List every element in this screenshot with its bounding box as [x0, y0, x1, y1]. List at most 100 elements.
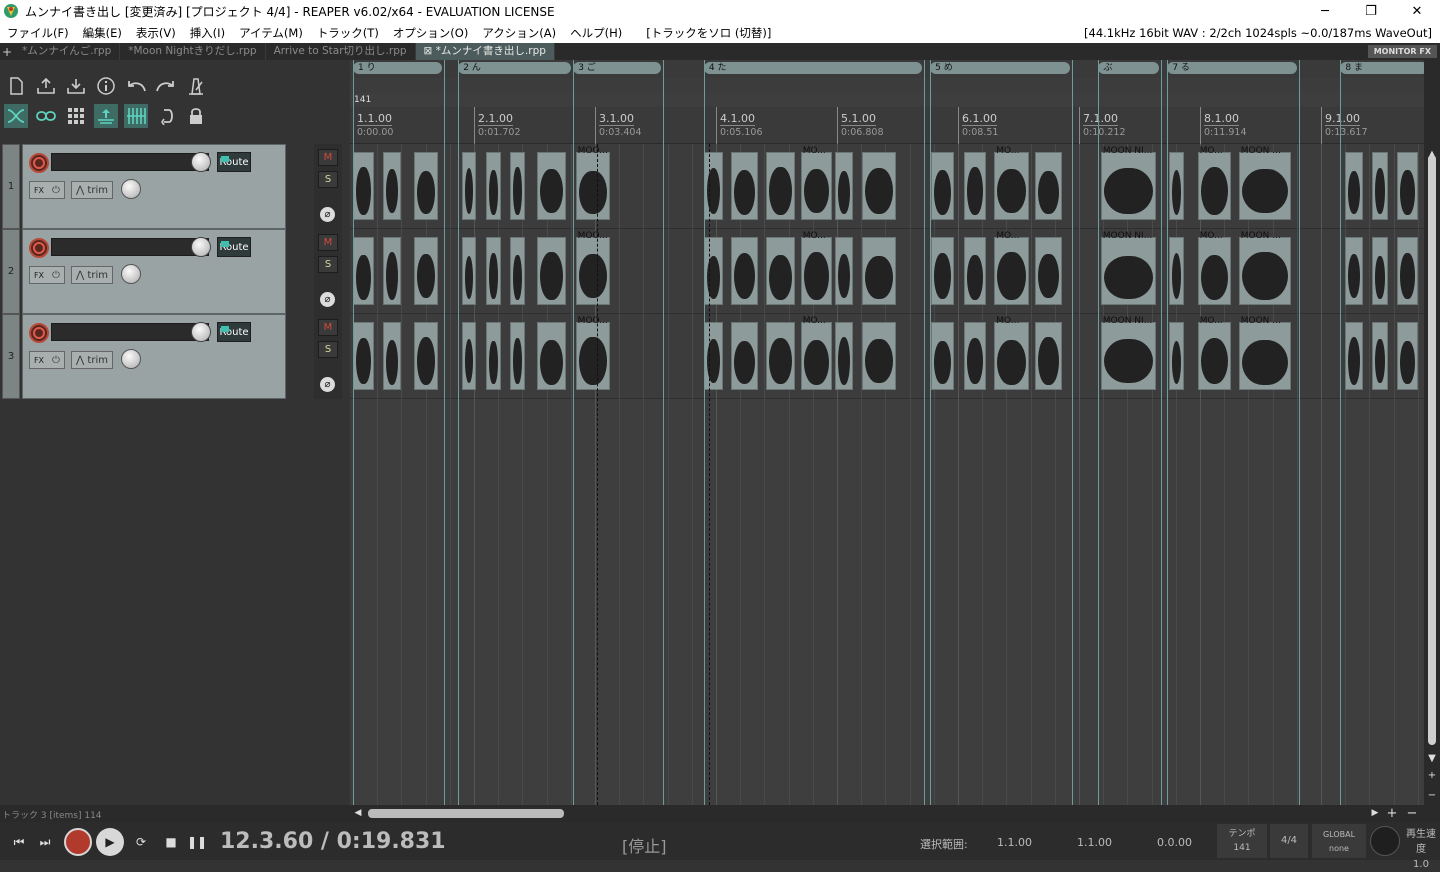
media-item[interactable]: [413, 237, 438, 305]
media-item[interactable]: [964, 152, 986, 220]
ruler-bar-mark[interactable]: 3.1.00 0:03.404: [595, 107, 642, 144]
menu-actions[interactable]: アクション(A): [475, 25, 563, 41]
media-item[interactable]: [1035, 237, 1063, 305]
media-item[interactable]: [994, 152, 1030, 220]
project-settings-icon[interactable]: [94, 74, 118, 98]
time-signature[interactable]: 4/4: [1270, 824, 1308, 858]
record-arm-button[interactable]: [29, 238, 49, 258]
region-marker[interactable]: ぶ: [1098, 62, 1160, 74]
media-item[interactable]: [486, 152, 501, 220]
region-marker[interactable]: 7 る: [1167, 62, 1298, 74]
media-item[interactable]: [353, 152, 374, 220]
media-item[interactable]: [1035, 152, 1063, 220]
metronome-icon[interactable]: [184, 74, 208, 98]
media-item[interactable]: [800, 237, 833, 305]
media-item[interactable]: [1397, 322, 1418, 390]
media-item[interactable]: [1168, 322, 1185, 390]
phase-invert-icon[interactable]: ⌀: [320, 377, 335, 392]
snap-grid-icon[interactable]: [124, 104, 148, 128]
ruler-bar-mark[interactable]: 4.1.00 0:05.106: [716, 107, 763, 144]
track-name-field[interactable]: [51, 238, 209, 256]
volume-knob[interactable]: [191, 152, 211, 172]
grid-icon[interactable]: [64, 104, 88, 128]
media-item[interactable]: [931, 237, 955, 305]
new-tab-button[interactable]: +: [0, 45, 14, 59]
route-button[interactable]: Route: [217, 322, 251, 342]
media-item[interactable]: [703, 152, 724, 220]
zoom-in-horizontal-icon[interactable]: +: [1386, 806, 1398, 821]
fx-bypass-icon[interactable]: ⏻: [48, 185, 64, 196]
media-item[interactable]: [1197, 322, 1232, 390]
mute-button[interactable]: M: [318, 234, 338, 251]
zoom-out-horizontal-icon[interactable]: −: [1406, 806, 1418, 821]
repeat-icon[interactable]: ⟳: [130, 831, 152, 853]
ruler-bar-mark[interactable]: 8.1.00 0:11.914: [1200, 107, 1247, 144]
media-item[interactable]: [1035, 322, 1063, 390]
media-item[interactable]: [383, 237, 402, 305]
media-item[interactable]: [703, 322, 724, 390]
media-item[interactable]: [461, 152, 477, 220]
menu-options[interactable]: オプション(O): [386, 25, 476, 41]
media-item[interactable]: [765, 237, 795, 305]
menu-help[interactable]: ヘルプ(H): [563, 25, 629, 41]
loop-toggle-icon[interactable]: [154, 104, 178, 128]
media-item[interactable]: [834, 322, 853, 390]
media-item[interactable]: [461, 322, 477, 390]
auto-crossfade-icon[interactable]: [4, 104, 28, 128]
track-panel[interactable]: Route FX ⏻ ⋀ trim: [22, 229, 286, 314]
media-item[interactable]: [510, 237, 525, 305]
project-tab[interactable]: Arrive to Star切り出し.rpp: [266, 43, 416, 60]
ruler-bar-mark[interactable]: 6.1.00 0:08.51: [958, 107, 998, 144]
selection-end[interactable]: 1.1.00: [1077, 836, 1112, 849]
media-item[interactable]: [1168, 237, 1185, 305]
ruler-bar-mark[interactable]: 2.1.00 0:01.702: [474, 107, 521, 144]
track-panel[interactable]: Route FX ⏻ ⋀ trim: [22, 144, 286, 229]
media-item[interactable]: [486, 322, 501, 390]
arrange-view[interactable]: 1 り 2 ん3 ご 4 た 5 め ぶ 7 る 8 ま 141 1.1.00 0:00.00…: [350, 60, 1424, 805]
track-name-field[interactable]: [51, 323, 209, 341]
project-tab[interactable]: *ムンナイんご.rpp: [14, 43, 121, 60]
media-item[interactable]: [730, 322, 759, 390]
region-marker[interactable]: 5 め: [930, 62, 1070, 74]
solo-button[interactable]: S: [318, 341, 338, 358]
menu-edit[interactable]: 編集(E): [76, 25, 129, 41]
fx-button[interactable]: FX ⏻: [29, 351, 65, 369]
volume-knob[interactable]: [191, 322, 211, 342]
minimize-button[interactable]: ─: [1302, 0, 1348, 22]
save-project-icon[interactable]: [64, 74, 88, 98]
ruler-bar-mark[interactable]: 1.1.00 0:00.00: [353, 107, 393, 144]
region-marker[interactable]: 4 た: [703, 62, 923, 74]
menu-view[interactable]: 表示(V): [129, 25, 183, 41]
media-item[interactable]: [862, 322, 897, 390]
audio-device-status[interactable]: [44.1kHz 16bit WAV : 2/2ch 1024spls ~0.0…: [1084, 26, 1440, 40]
playback-position[interactable]: 12.3.60 / 0:19.831: [220, 829, 446, 854]
media-item[interactable]: [383, 322, 402, 390]
media-item[interactable]: [353, 322, 374, 390]
media-item[interactable]: [964, 322, 986, 390]
zoom-out-vertical-icon[interactable]: −: [1426, 789, 1438, 801]
media-item[interactable]: [800, 152, 833, 220]
menu-insert[interactable]: 挿入(I): [183, 25, 232, 41]
project-tab-active[interactable]: ⊠ *ムンナイ書き出し.rpp: [415, 43, 555, 60]
media-item[interactable]: [834, 152, 853, 220]
media-item[interactable]: [765, 152, 795, 220]
solo-button[interactable]: S: [318, 256, 338, 273]
media-item[interactable]: [575, 237, 610, 305]
media-item[interactable]: [510, 322, 525, 390]
menu-track[interactable]: トラック(T): [310, 25, 386, 41]
media-item[interactable]: [862, 152, 897, 220]
media-item[interactable]: [1345, 237, 1364, 305]
media-item[interactable]: [1238, 322, 1291, 390]
media-item[interactable]: [730, 152, 759, 220]
undo-icon[interactable]: [124, 74, 148, 98]
media-item[interactable]: [413, 152, 438, 220]
lock-icon[interactable]: [184, 104, 208, 128]
automation-trim-button[interactable]: ⋀ trim: [71, 181, 113, 199]
automation-trim-button[interactable]: ⋀ trim: [71, 351, 113, 369]
media-item[interactable]: [994, 237, 1030, 305]
media-item[interactable]: [1197, 152, 1232, 220]
media-item[interactable]: [703, 237, 724, 305]
record-arm-button[interactable]: [29, 153, 49, 173]
region-marker[interactable]: 2 ん: [458, 62, 572, 74]
volume-knob[interactable]: [191, 237, 211, 257]
